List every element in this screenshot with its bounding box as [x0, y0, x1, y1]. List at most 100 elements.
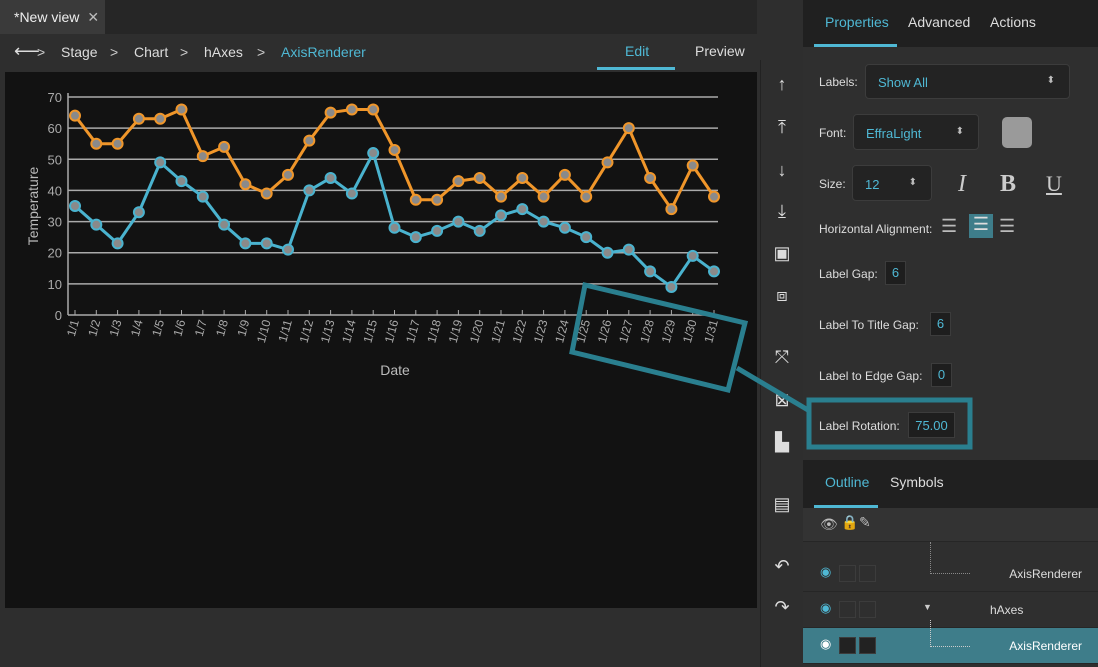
undo-icon[interactable]: ↶ [761, 556, 803, 577]
x-tick-label: 1/6 [171, 318, 189, 338]
data-point [622, 122, 635, 135]
align-center-text-icon[interactable]: ☰ [969, 214, 993, 238]
data-point [388, 143, 401, 156]
outline-row[interactable]: ◉ AxisRenderer [803, 542, 1098, 592]
right-panel: Properties Advanced Actions Labels: Show… [803, 0, 1098, 667]
expand-icon[interactable]: ⤧ [761, 347, 803, 368]
page-icon[interactable]: ▤ [761, 494, 803, 515]
align-left-text-icon[interactable]: ☰ [941, 216, 957, 237]
data-point [622, 243, 635, 256]
lock-toggle[interactable] [839, 601, 856, 618]
x-tick-label: 1/3 [107, 318, 125, 338]
data-point [473, 224, 486, 237]
data-point [175, 103, 188, 116]
edit-toggle[interactable] [859, 565, 876, 582]
x-tick-label: 1/2 [85, 318, 103, 338]
move-to-top-icon[interactable]: ⤒ [761, 117, 803, 138]
size-label: Size: [819, 177, 846, 191]
data-point [452, 215, 465, 228]
data-point [516, 171, 529, 184]
label-gap-input[interactable]: 6 [885, 261, 906, 285]
redo-icon[interactable]: ↷ [761, 597, 803, 618]
data-point [90, 218, 103, 231]
italic-button[interactable]: I [958, 171, 966, 198]
horizontal-alignment-label: Horizontal Alignment: [819, 222, 933, 236]
data-point [367, 103, 380, 116]
label-rotation-label: Label Rotation: [819, 419, 900, 433]
x-tick-label: 1/31 [701, 318, 721, 344]
outline-tabs: Outline Symbols [803, 460, 1098, 508]
visibility-icon[interactable]: ◉ [820, 600, 831, 616]
outline-row-label: AxisRenderer [1009, 639, 1082, 653]
lock-icon[interactable]: 🔒 [841, 514, 858, 531]
x-tick-label: 1/18 [424, 318, 444, 344]
data-point [69, 109, 81, 122]
fit-frame-icon[interactable]: ▣ [761, 243, 803, 264]
data-point [537, 215, 550, 228]
data-point [218, 218, 231, 231]
labels-select-value: Show All [878, 75, 928, 90]
font-color-swatch[interactable] [1002, 117, 1032, 148]
label-gap-label: Label Gap: [819, 267, 878, 281]
labels-select[interactable]: Show All ⬍ [865, 64, 1070, 99]
bold-button[interactable]: B [1000, 171, 1016, 198]
size-select-value: 12 [865, 177, 880, 192]
expand-triangle-icon[interactable]: ▼ [923, 602, 932, 612]
data-point [175, 175, 188, 188]
visibility-icon[interactable]: ◉ [820, 636, 831, 652]
data-point [644, 171, 657, 184]
lock-toggle[interactable] [839, 637, 856, 654]
edit-toggle[interactable] [859, 601, 876, 618]
data-point [69, 200, 81, 212]
chart[interactable]: 0102030405060701/1 1/2 1/3 1/4 1/5 1/6 1/7 1/8 1… [0, 0, 760, 400]
label-rotation-input[interactable]: 75.00 [908, 412, 955, 438]
outline-row-selected[interactable]: ◉ AxisRenderer [803, 620, 1098, 664]
font-select[interactable]: EffraLight ⬍ [853, 114, 979, 150]
data-point [431, 224, 444, 237]
move-down-icon[interactable]: ↓ [761, 160, 803, 181]
tab-outline[interactable]: Outline [825, 474, 869, 490]
tab-actions[interactable]: Actions [990, 14, 1036, 30]
label-to-title-gap-input[interactable]: 6 [930, 312, 951, 336]
move-up-icon[interactable]: ↑ [761, 74, 803, 95]
tab-symbols[interactable]: Symbols [890, 474, 944, 490]
x-tick-label: 1/4 [128, 318, 146, 338]
x-tick-label: 1/13 [318, 318, 338, 344]
data-point [154, 156, 167, 169]
select-arrows-icon: ⬍ [955, 126, 964, 137]
tab-properties[interactable]: Properties [825, 14, 889, 30]
x-tick-label: 1/15 [361, 318, 381, 344]
x-tick-label: 1/23 [531, 318, 551, 344]
label-to-edge-gap-input[interactable]: 0 [931, 363, 952, 387]
x-tick-label: 1/27 [616, 318, 636, 344]
edit-icon[interactable]: ✎ [859, 514, 871, 531]
size-select[interactable]: 12 ⬍ [852, 165, 932, 201]
y-tick-label: 20 [48, 246, 62, 261]
underline-button[interactable]: U [1046, 171, 1062, 197]
crop-icon[interactable]: ⧈ [761, 285, 803, 306]
align-left-icon[interactable]: ▙ [761, 432, 803, 453]
edit-toggle[interactable] [859, 637, 876, 654]
fit-content-icon[interactable]: ⊠ [761, 390, 803, 411]
x-tick-label: 1/16 [382, 318, 402, 344]
data-point [601, 156, 614, 169]
y-tick-label: 60 [48, 121, 62, 136]
data-point [324, 106, 337, 119]
x-tick-label: 1/11 [276, 318, 295, 344]
y-axis-title: Temperature [25, 166, 41, 245]
data-point [111, 137, 124, 150]
data-point [409, 231, 422, 244]
x-tick-label: 1/28 [637, 318, 657, 344]
visibility-icon[interactable]: ◉ [820, 564, 831, 580]
series-line-1 [74, 151, 715, 289]
align-right-text-icon[interactable]: ☰ [999, 216, 1015, 237]
x-tick-label: 1/8 [213, 318, 231, 338]
data-point [324, 171, 337, 184]
visibility-icon[interactable]: 👁 [820, 516, 838, 533]
tab-advanced[interactable]: Advanced [908, 14, 970, 30]
data-point [580, 231, 593, 244]
lock-toggle[interactable] [839, 565, 856, 582]
data-point [196, 190, 209, 203]
x-tick-label: 1/10 [254, 318, 274, 344]
move-to-bottom-icon[interactable]: ⤓ [761, 201, 803, 222]
